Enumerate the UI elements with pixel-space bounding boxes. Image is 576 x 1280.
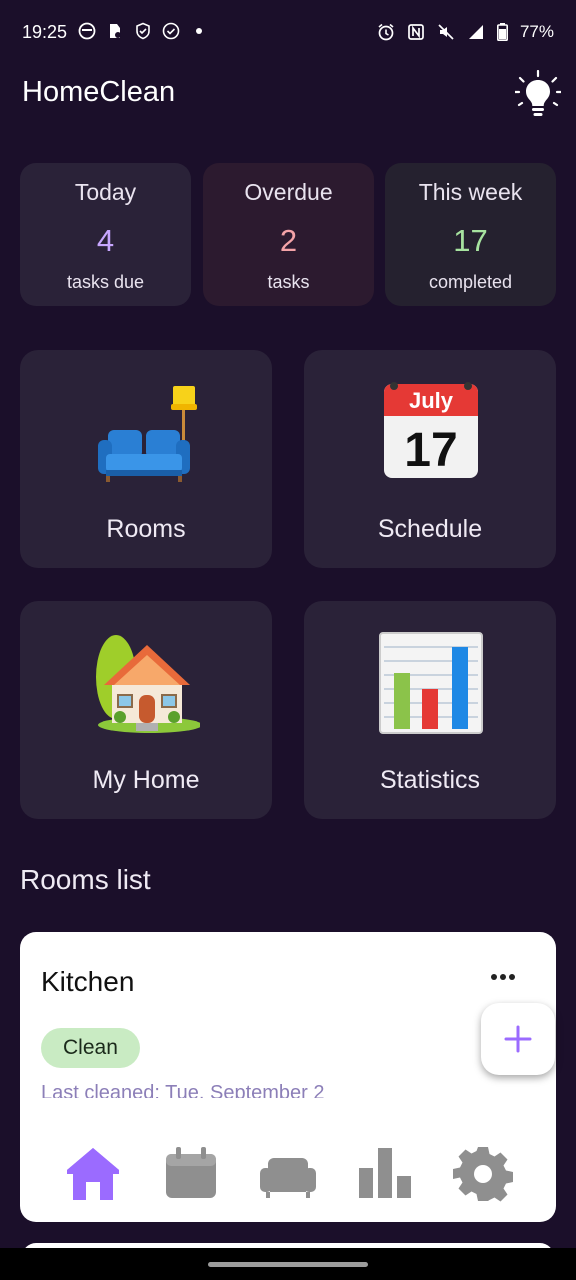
alarm-icon: [378, 23, 394, 41]
notification-icons: [78, 22, 208, 40]
overdue-sub: tasks: [267, 272, 310, 292]
system-icons: 77%: [377, 22, 554, 42]
battery-icon: [496, 23, 508, 41]
lightbulb-icon[interactable]: [515, 70, 561, 118]
add-room-button[interactable]: [481, 1003, 555, 1075]
status-badge: Clean: [41, 1028, 140, 1068]
check-circle-icon: [162, 22, 180, 40]
calendar-icon[interactable]: [161, 1144, 221, 1204]
statistics-tile-label: Statistics: [379, 766, 481, 794]
home-icon[interactable]: [63, 1144, 123, 1204]
rooms-tile[interactable]: Rooms: [20, 350, 272, 568]
status-bar: 19:25 77%: [0, 0, 576, 68]
bottom-nav: [20, 1130, 556, 1220]
calendar-month: July: [409, 388, 454, 413]
mute-icon: [438, 24, 454, 40]
room-name: Kitchen: [41, 966, 135, 997]
rooms-tile-label: Rooms: [106, 515, 186, 543]
calendar-day: 17: [404, 424, 457, 477]
status-time: 19:25: [22, 22, 68, 42]
sofa-icon[interactable]: [258, 1144, 318, 1204]
today-count: 4: [96, 223, 115, 258]
bar-chart-icon[interactable]: [355, 1144, 415, 1204]
last-cleaned-text: Last cleaned: Tue, September 2: [41, 1082, 325, 1098]
shield-icon: [136, 22, 150, 40]
rooms-list-heading: Rooms list: [20, 864, 151, 895]
schedule-tile-label: Schedule: [377, 515, 483, 543]
plus-icon: [504, 1025, 532, 1053]
house-icon: [96, 635, 200, 733]
today-sub: tasks due: [66, 272, 145, 292]
couch-lamp-icon: [98, 386, 197, 482]
today-label: Today: [74, 179, 137, 205]
week-count: 17: [453, 223, 488, 258]
battery-percent: 77%: [519, 22, 554, 41]
overdue-count: 2: [279, 223, 298, 258]
calendar-icon: July 17: [384, 382, 478, 478]
more-options-icon[interactable]: [490, 972, 516, 982]
overdue-summary-card[interactable]: Overdue 2 tasks: [203, 163, 374, 306]
notification-app-icon: [78, 22, 96, 40]
home-gesture-handle[interactable]: [208, 1262, 368, 1267]
notification-tag-icon: [110, 24, 121, 38]
week-summary-card[interactable]: This week 17 completed: [385, 163, 556, 306]
schedule-tile[interactable]: July 17 Schedule: [304, 350, 556, 568]
signal-icon: [468, 25, 483, 39]
my-home-tile-label: My Home: [92, 766, 200, 794]
bar-chart-emoji-icon: [379, 632, 483, 734]
my-home-tile[interactable]: My Home: [20, 601, 272, 819]
week-sub: completed: [428, 272, 513, 292]
statistics-tile[interactable]: Statistics: [304, 601, 556, 819]
overdue-label: Overdue: [244, 179, 333, 205]
week-label: This week: [418, 179, 523, 205]
gear-icon[interactable]: [453, 1144, 513, 1204]
app-title: HomeClean: [22, 76, 176, 108]
room-card-kitchen[interactable]: Kitchen Clean Last cleaned: Tue, Septemb…: [20, 932, 556, 1222]
today-summary-card[interactable]: Today 4 tasks due: [20, 163, 191, 306]
nfc-icon: [408, 24, 424, 40]
dot-icon: [196, 28, 202, 34]
